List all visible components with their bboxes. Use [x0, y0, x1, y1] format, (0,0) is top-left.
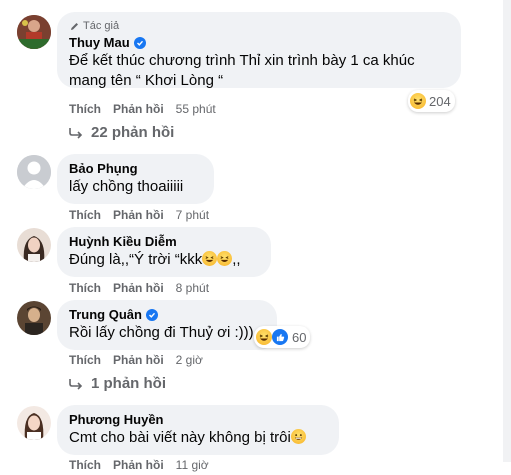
- haha-reaction-icon: [256, 329, 272, 345]
- timestamp[interactable]: 55 phút: [176, 102, 216, 116]
- commenter-name[interactable]: Bảo Phụng: [69, 161, 202, 177]
- like-button[interactable]: Thích: [69, 102, 101, 116]
- reaction-summary[interactable]: 60: [254, 326, 311, 348]
- view-replies-button[interactable]: 1 phản hồi: [69, 375, 166, 392]
- comment-bubble: Tác giả Thuy Mau Để kết thúc chương trìn…: [57, 12, 461, 89]
- timestamp[interactable]: 2 giờ: [176, 353, 203, 367]
- comment-text: Cmt cho bài viết này không bị trôi: [69, 428, 327, 448]
- comment-phuong-huyen: Phương Huyền Cmt cho bài viết này không …: [17, 405, 499, 475]
- reaction-count: 60: [292, 329, 307, 345]
- reply-button[interactable]: Phản hồi: [113, 281, 164, 295]
- comment-actions: Thích Phản hồi 2 giờ: [69, 353, 203, 367]
- avatar-image: [17, 406, 51, 440]
- comment-actions: Thích Phản hồi 7 phút: [69, 208, 209, 222]
- author-pen-icon: [71, 22, 78, 30]
- commenter-name[interactable]: Huỳnh Kiều Diễm: [69, 234, 259, 250]
- reply-button[interactable]: Phản hồi: [113, 458, 164, 472]
- like-button[interactable]: Thích: [69, 353, 101, 367]
- comment-actions: Thích Phản hồi 55 phút: [69, 102, 216, 116]
- comment-thuy-mau: Tác giả Thuy Mau Để kết thúc chương trìn…: [17, 12, 499, 142]
- like-button[interactable]: Thích: [69, 208, 101, 222]
- comment-bao-phung: Bảo Phụng lấy chồng thoaiiiii Thích Phản…: [17, 154, 499, 224]
- comment-bubble: Trung Quân Rồi lấy chồng đi Thuỷ ơi :))): [57, 300, 277, 350]
- haha-reaction-icon: [410, 93, 426, 109]
- avatar[interactable]: [17, 228, 51, 262]
- reply-button[interactable]: Phản hồi: [113, 353, 164, 367]
- view-replies-button[interactable]: 22 phản hồi: [69, 124, 174, 141]
- avatar[interactable]: [17, 155, 51, 189]
- comment-bubble: Bảo Phụng lấy chồng thoaiiiii: [57, 154, 214, 204]
- like-button[interactable]: Thích: [69, 458, 101, 472]
- reply-button[interactable]: Phản hồi: [113, 208, 164, 222]
- avatar-image: [17, 301, 51, 335]
- comment-text: Rồi lấy chồng đi Thuỷ ơi :))): [69, 324, 254, 341]
- comment-text: Đúng là,,“Ý trời “kkk,,: [69, 251, 241, 268]
- commenter-name[interactable]: Thuy Mau: [69, 35, 449, 51]
- reaction-count: 204: [429, 93, 451, 109]
- avatar-image: [17, 15, 51, 49]
- verified-badge-icon: [133, 37, 146, 49]
- comment-text: Để kết thúc chương trình Thỉ xin trình b…: [69, 52, 415, 89]
- author-badge: Tác giả: [69, 19, 449, 33]
- timestamp[interactable]: 11 giờ: [176, 458, 209, 472]
- reply-arrow-icon: [69, 127, 83, 139]
- commenter-name[interactable]: Trung Quân: [69, 307, 265, 323]
- avatar[interactable]: [17, 406, 51, 440]
- default-avatar-icon: [17, 155, 51, 189]
- comment-trung-quan: Trung Quân Rồi lấy chồng đi Thuỷ ơi :)))…: [17, 300, 499, 395]
- avatar[interactable]: [17, 301, 51, 335]
- reaction-summary[interactable]: 204: [408, 90, 455, 112]
- timestamp[interactable]: 7 phút: [176, 208, 209, 222]
- comment-huynh-kieu-diem: Huỳnh Kiều Diễm Đúng là,,“Ý trời “kkk,, …: [17, 227, 499, 297]
- avatar-image: [17, 228, 51, 262]
- commenter-name[interactable]: Phương Huyền: [69, 412, 327, 428]
- timestamp[interactable]: 8 phút: [176, 281, 209, 295]
- comment-bubble: Huỳnh Kiều Diễm Đúng là,,“Ý trời “kkk,,: [57, 227, 271, 277]
- like-button[interactable]: Thích: [69, 281, 101, 295]
- comment-actions: Thích Phản hồi 11 giờ: [69, 458, 209, 472]
- comment-text: lấy chồng thoaiiiii: [69, 178, 184, 195]
- comment-bubble: Phương Huyền Cmt cho bài viết này không …: [57, 405, 339, 455]
- laughing-emoji-icon: [217, 251, 233, 266]
- scrollbar[interactable]: [503, 0, 511, 462]
- reply-button[interactable]: Phản hồi: [113, 102, 164, 116]
- laughing-emoji-icon: [202, 251, 218, 266]
- like-reaction-icon: [271, 328, 289, 346]
- comment-actions: Thích Phản hồi 8 phút: [69, 281, 209, 295]
- grinning-emoji-icon: [290, 429, 306, 444]
- verified-badge-icon: [145, 309, 158, 321]
- reply-arrow-icon: [69, 378, 83, 390]
- avatar[interactable]: [17, 15, 51, 49]
